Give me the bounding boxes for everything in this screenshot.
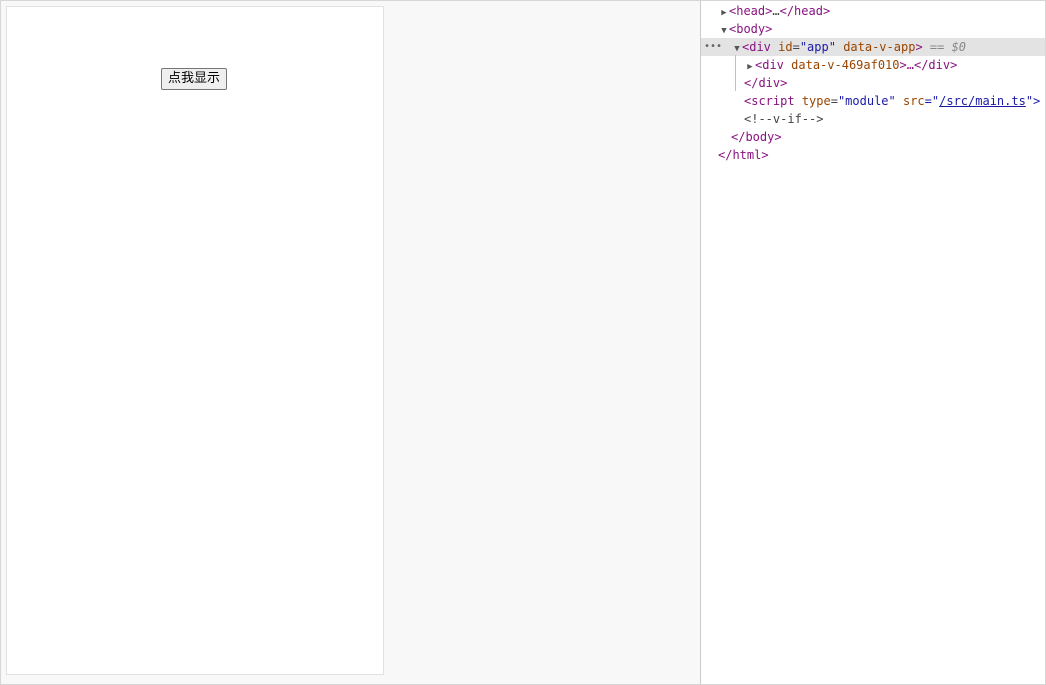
dom-node-script[interactable]: <script type="module" src="/src/main.ts"… bbox=[701, 92, 1045, 110]
html-close-tag: </html> bbox=[718, 148, 769, 162]
inner-div-rest: >…</div> bbox=[899, 58, 958, 72]
rendered-page: 点我显示 bbox=[6, 6, 384, 675]
dom-node-body[interactable]: ▼ <body> bbox=[701, 20, 1045, 38]
body-open-tag: <body> bbox=[729, 22, 773, 36]
head-close-tag: </head> bbox=[779, 4, 831, 18]
dom-node-comment[interactable]: <!--v-if--> bbox=[701, 110, 1045, 128]
attr-src-name: src bbox=[902, 94, 925, 108]
more-options-icon[interactable]: ••• bbox=[704, 38, 722, 56]
attr-id-name: id bbox=[778, 40, 793, 54]
v-if-comment: <!--v-if--> bbox=[744, 112, 824, 126]
dom-node-head[interactable]: ▶ <head>…</head> bbox=[701, 2, 1045, 20]
dom-node-div-close[interactable]: </div> bbox=[701, 74, 1045, 92]
dom-node-html-close[interactable]: </html> bbox=[701, 146, 1045, 164]
script-open: <script bbox=[744, 94, 795, 108]
show-button[interactable]: 点我显示 bbox=[161, 68, 228, 90]
attr-src-quote-close: "> bbox=[1025, 94, 1041, 108]
dom-node-inner-div[interactable]: ▶ <div data-v-469af010>…</div> bbox=[701, 56, 1045, 74]
selected-node-marker: == $0 bbox=[929, 40, 967, 54]
div-close-tag: </div> bbox=[744, 76, 788, 90]
dom-node-body-close[interactable]: </body> bbox=[701, 128, 1045, 146]
app-div-open: <div bbox=[742, 40, 771, 54]
attr-id-value: "app" bbox=[799, 40, 836, 54]
device-viewport: 点我显示 bbox=[1, 1, 700, 684]
devtools-elements-panel: ▶ <head>…</head> ▼ <body> ••• ▼ <div id="ap… bbox=[700, 1, 1045, 684]
attr-type-value: "module" bbox=[837, 94, 896, 108]
inner-div-open: <div bbox=[755, 58, 784, 72]
body-close-tag: </body> bbox=[731, 130, 782, 144]
browser-frame: 点我显示 ▶ <head>…</head> ▼ <body> ••• ▼ <div i… bbox=[0, 0, 1046, 685]
attr-src-quote-open: =" bbox=[924, 94, 940, 108]
dom-node-app-div[interactable]: ••• ▼ <div id="app" data-v-app> == $0 bbox=[701, 38, 1045, 56]
head-open-tag: <head> bbox=[729, 4, 773, 18]
attr-data-v-app: data-v-app bbox=[843, 40, 916, 54]
app-div-close-bracket: > bbox=[915, 40, 923, 54]
src-main-ts-link[interactable]: /src/main.ts bbox=[939, 94, 1026, 108]
attr-type-name: type bbox=[801, 94, 831, 108]
inner-div-attr: data-v-469af010 bbox=[791, 58, 900, 72]
head-ellipsis: … bbox=[772, 4, 780, 18]
